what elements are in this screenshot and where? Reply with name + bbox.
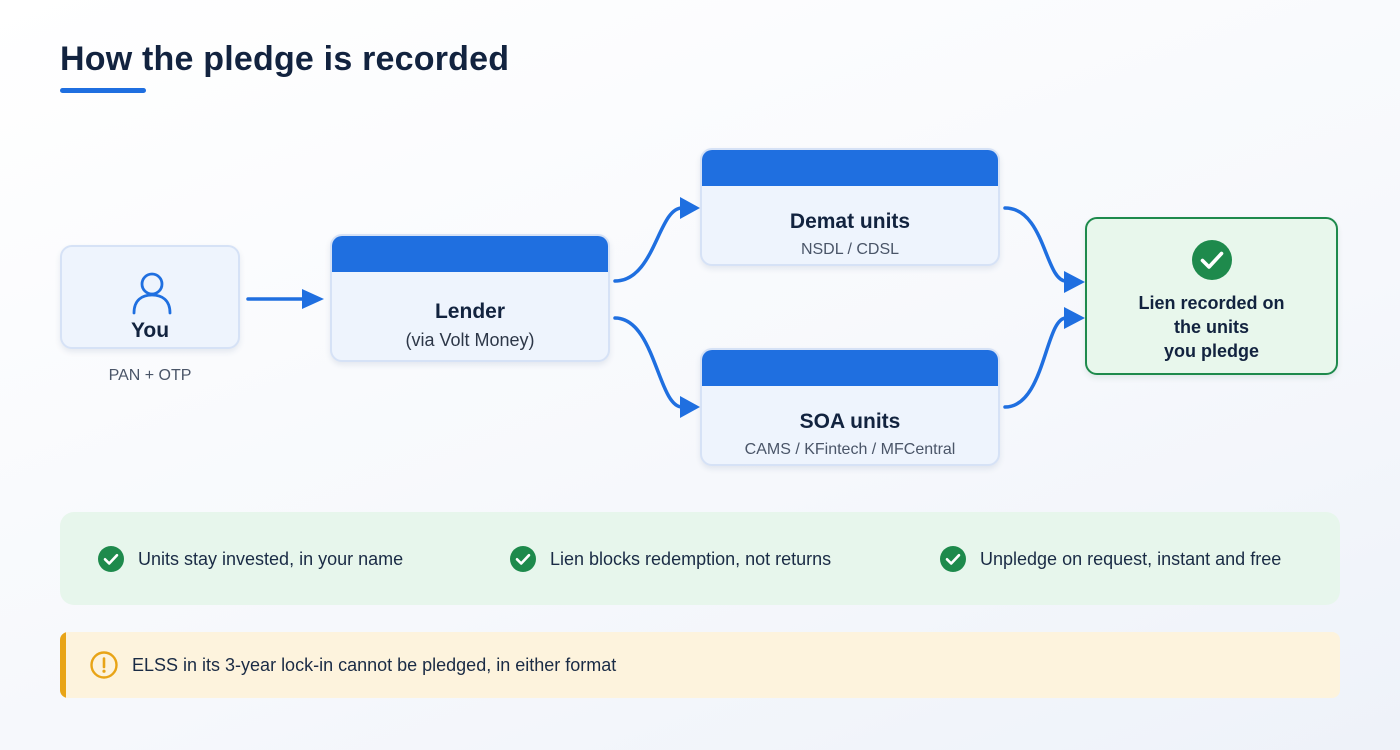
lender-node: Lender (via Volt Money) [330,234,610,362]
arrow-you-to-lender [246,289,324,309]
soa-subtitle: CAMS / KFintech / MFCentral [744,441,956,458]
benefit-text: Lien blocks redemption, not returns [550,548,832,569]
check-circle-icon [940,546,966,572]
you-caption: PAN + OTP [108,367,192,384]
benefit-text: Units stay invested, in your name [138,548,404,569]
check-circle-icon [98,546,124,572]
check-circle-icon [1192,240,1232,280]
you-label: You [130,319,170,342]
demat-title: Demat units [789,210,911,233]
soa-title: SOA units [799,410,901,433]
lender-header-bar [332,236,608,272]
you-node: You [60,245,240,349]
demat-header-bar [702,150,998,186]
warning-circle-icon [90,651,118,679]
elss-warning-banner: ELSS in its 3-year lock-in cannot be ple… [60,632,1340,698]
lender-subtitle: (via Volt Money) [405,330,535,350]
warning-text: ELSS in its 3-year lock-in cannot be ple… [132,655,617,675]
benefit-text: Unpledge on request, instant and free [980,548,1282,569]
benefit-item: Lien blocks redemption, not returns [510,545,831,573]
soa-node: SOA units CAMS / KFintech / MFCentral [700,348,1000,466]
pledge-flow-diagram: You PAN + OTP Lender (via Volt Money) De… [0,0,1400,500]
check-circle-icon [510,546,536,572]
lien-line-2: the units [1174,317,1249,337]
lien-node: Lien recorded on the units you pledge [1085,217,1338,375]
demat-subtitle: NSDL / CDSL [800,241,900,258]
arrow-soa-to-lien [1003,307,1085,409]
arrow-lender-to-demat [613,197,700,283]
benefit-item: Unpledge on request, instant and free [940,545,1281,573]
benefits-panel: Units stay invested, in your name Lien b… [60,512,1340,605]
demat-node: Demat units NSDL / CDSL [700,148,1000,266]
arrow-lender-to-soa [613,316,700,418]
arrow-demat-to-lien [1003,206,1085,293]
user-icon [132,272,172,315]
warning-accent-bar [60,632,66,698]
soa-header-bar [702,350,998,386]
lien-line-3: you pledge [1163,341,1259,361]
lien-text: Lien recorded on the units you pledge [1097,291,1326,363]
benefit-item: Units stay invested, in your name [98,545,403,573]
lender-title: Lender [434,300,505,323]
lien-line-1: Lien recorded on [1138,293,1285,313]
